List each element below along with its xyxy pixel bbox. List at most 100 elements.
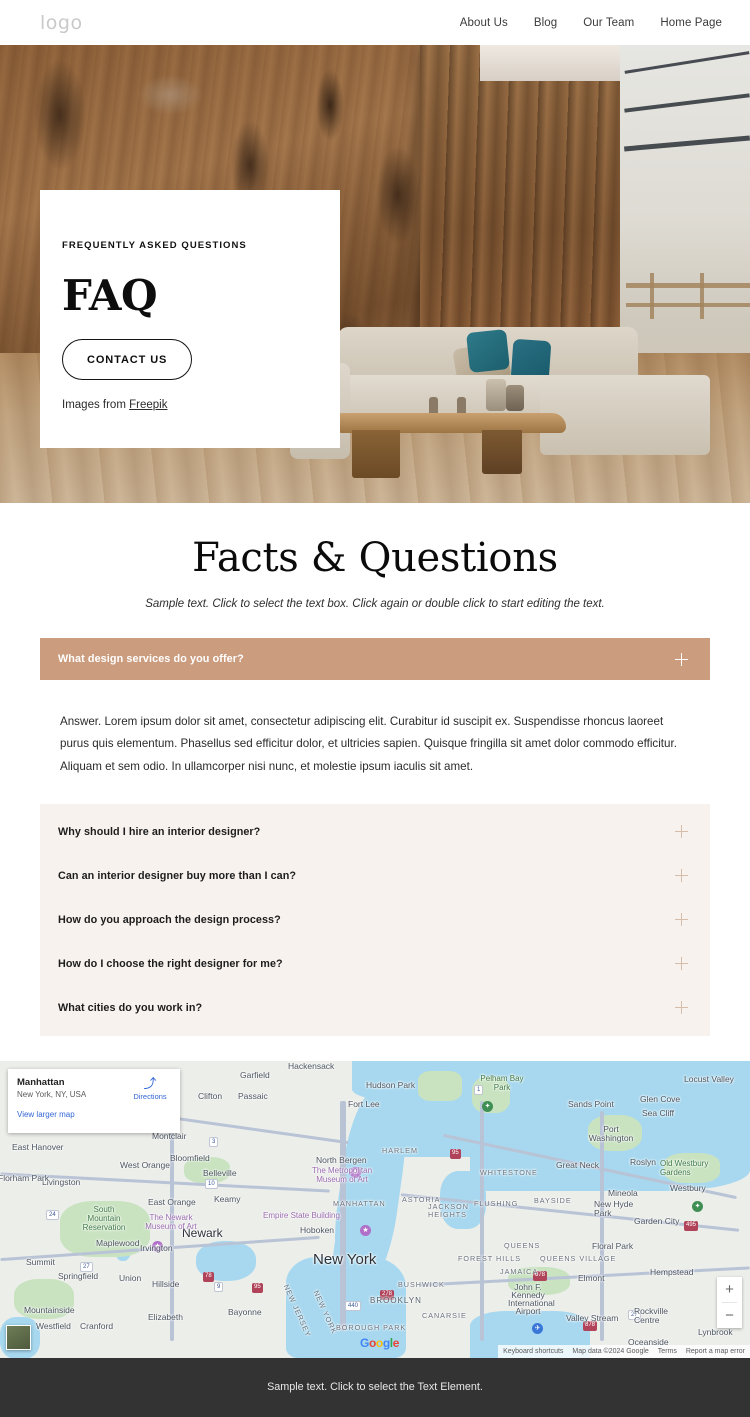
map-highway (480, 1100, 484, 1341)
balcony-rail (626, 283, 750, 288)
map-label-neighborhood: FLUSHING (474, 1198, 519, 1208)
map-label-town: Floral Park (592, 1240, 634, 1251)
plus-icon[interactable] (675, 1001, 688, 1015)
map-label-town: Sea Cliff (642, 1107, 674, 1118)
footer-text: Sample text. Click to select the Text El… (267, 1381, 483, 1394)
map-label-town: Keamy (214, 1193, 241, 1204)
faq-item[interactable]: How do you approach the design process? (58, 898, 688, 942)
decor-jar (506, 385, 524, 411)
airport-poi-icon[interactable]: ✈ (532, 1322, 543, 1334)
site-logo[interactable]: logo (40, 12, 83, 34)
image-credit-prefix: Images from (62, 399, 130, 411)
hero-title: FAQ (62, 271, 158, 320)
zoom-out-button[interactable]: − (717, 1303, 742, 1328)
landmark-poi-icon[interactable]: ★ (360, 1224, 371, 1236)
map-label-town: Mineola (608, 1187, 638, 1198)
map-label-town: Roslyn (630, 1156, 656, 1167)
nav-link-blog[interactable]: Blog (534, 17, 557, 29)
map-attribution-bar: Keyboard shortcuts Map data ©2024 Google… (498, 1344, 750, 1358)
map-label-town: Union (119, 1272, 142, 1283)
map-label-town: Glen Cove (640, 1093, 681, 1104)
hero-section: FREQUENTLY ASKED QUESTIONS FAQ CONTACT U… (0, 45, 750, 503)
park-poi-icon[interactable]: ✦ (692, 1200, 703, 1212)
report-map-error-link[interactable]: Report a map error (686, 1348, 745, 1355)
directions-button[interactable]: ⤴ Directions (128, 1077, 172, 1101)
map-label-town: East Hanover (12, 1141, 64, 1152)
map-label-town: West Orange (120, 1159, 170, 1170)
map-label-poi: The Metropolitan Museum of Art (311, 1165, 373, 1184)
faq-section-subtitle: Sample text. Click to select the text bo… (145, 598, 605, 610)
map-label-town: Garden City (634, 1215, 680, 1226)
faq-open-question: What design services do you offer? (58, 653, 244, 665)
zoom-in-button[interactable]: + (717, 1277, 742, 1302)
map-park-area (418, 1070, 462, 1101)
terms-link[interactable]: Terms (658, 1348, 677, 1355)
map-highway (340, 1100, 346, 1331)
map-label-town: Cranford (80, 1320, 114, 1331)
nav-link-about-us[interactable]: About Us (460, 17, 508, 29)
faq-collapsed-list: Why should I hire an interior designer? … (40, 803, 710, 1036)
faq-section-title: Facts & Questions (192, 535, 558, 581)
map-label-neighborhood: CANARSIE (422, 1310, 467, 1320)
map-label-town: Hudson Park (366, 1079, 416, 1090)
map-label-park: Old Westbury Gardens (660, 1158, 709, 1177)
street-view-thumbnail[interactable] (6, 1324, 31, 1350)
map-label-poi: The Newark Museum of Art (145, 1212, 197, 1231)
faq-question: Can an interior designer buy more than I… (58, 869, 297, 882)
freepik-link[interactable]: Freepik (129, 399, 167, 411)
faq-item[interactable]: Can an interior designer buy more than I… (58, 854, 688, 898)
faq-item[interactable]: How do I choose the right designer for m… (58, 942, 688, 986)
map-label-town: Rockville Centre (634, 1305, 669, 1325)
map-label-town: Westbury (670, 1182, 706, 1193)
park-poi-icon[interactable]: ✦ (482, 1100, 493, 1112)
map-label-town: Hackensack (288, 1060, 335, 1071)
map-label-town: Fort Lee (348, 1098, 380, 1109)
faq-item-open-header[interactable]: What design services do you offer? (40, 638, 710, 680)
map-label-town: Springfield (58, 1270, 99, 1281)
map-label-neighborhood: WHITESTONE (480, 1167, 538, 1177)
balcony-rail (626, 303, 750, 307)
map-label-town: Summit (26, 1256, 55, 1267)
plus-icon[interactable] (675, 957, 688, 971)
nav-link-home-page[interactable]: Home Page (660, 17, 722, 29)
nav-link-our-team[interactable]: Our Team (583, 17, 634, 29)
route-shield: 9 (214, 1281, 224, 1292)
contact-us-button[interactable]: CONTACT US (62, 339, 193, 380)
balcony-post (650, 273, 654, 319)
site-footer: Sample text. Click to select the Text El… (0, 1357, 750, 1417)
interstate-shield: 78 (203, 1271, 214, 1282)
faq-section: Facts & Questions Sample text. Click to … (0, 503, 750, 1036)
site-header: logo About Us Blog Our Team Home Page (0, 0, 750, 45)
map-label-town: Hempstead (650, 1266, 694, 1277)
plus-icon[interactable] (675, 869, 688, 883)
map-label-neighborhood: JACKSON HEIGHTS (428, 1201, 469, 1219)
map-label-poi: Empire State Building (263, 1210, 340, 1220)
faq-item[interactable]: What cities do you work in? (58, 986, 688, 1030)
map-label-town: Port Washington (588, 1123, 634, 1143)
map-label-neighborhood: BROOKLYN (370, 1295, 422, 1305)
faq-item[interactable]: Why should I hire an interior designer? (58, 810, 688, 854)
map-label-neighborhood: FOREST HILLS (458, 1253, 521, 1263)
map-label-neighborhood: JAMAICA (500, 1266, 539, 1276)
map-label-neighborhood: BUSHWICK (398, 1279, 445, 1289)
map-label-park: South Mountain Reservation (82, 1204, 126, 1232)
map-label-town: Irvington (140, 1242, 173, 1253)
balcony-post (700, 273, 704, 319)
google-map-embed[interactable]: ★ ★ ★ ✦ ✦ ✈ 46 3 1 10 24 27 9 440 27 95 … (0, 1060, 750, 1358)
map-label-town: Bloomfield (170, 1152, 210, 1163)
throw-pillow-teal (466, 329, 510, 373)
keyboard-shortcuts-link[interactable]: Keyboard shortcuts (503, 1348, 563, 1355)
map-label-town: Passaic (238, 1090, 268, 1101)
map-label-neighborhood: BAYSIDE (534, 1195, 572, 1205)
plus-icon[interactable] (675, 825, 688, 839)
plus-icon[interactable] (675, 652, 688, 666)
faq-question: How do you approach the design process? (58, 913, 281, 926)
interstate-shield: 95 (450, 1148, 461, 1159)
map-info-card: Manhattan New York, NY, USA View larger … (8, 1068, 180, 1133)
view-larger-map-link[interactable]: View larger map (17, 1110, 75, 1119)
route-shield: 10 (205, 1178, 218, 1189)
map-highway (600, 1110, 604, 1341)
map-label-town: Sands Point (568, 1098, 614, 1109)
google-watermark: Google (360, 1335, 399, 1350)
plus-icon[interactable] (675, 913, 688, 927)
